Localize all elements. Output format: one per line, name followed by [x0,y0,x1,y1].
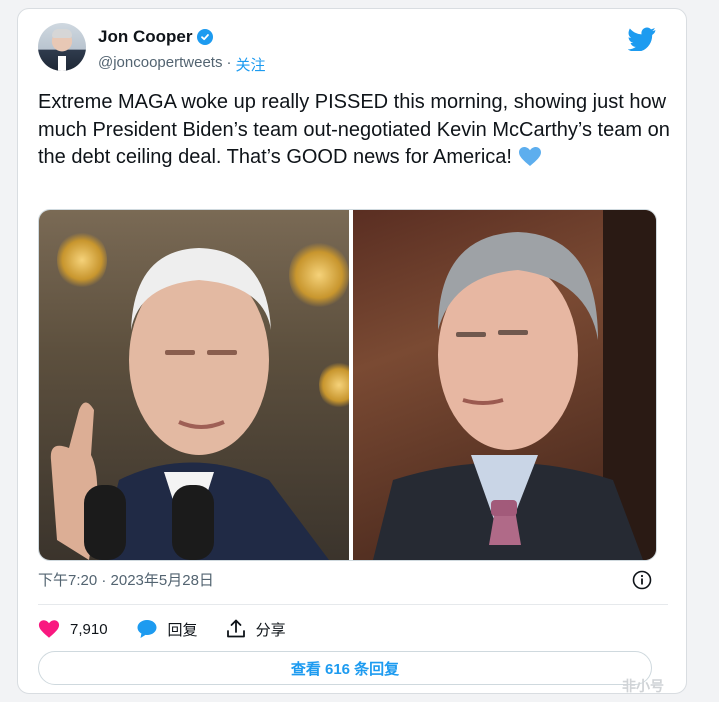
author-name-row: Jon Cooper [98,27,214,47]
heart-icon [38,620,60,638]
tweet-timestamp[interactable]: 下午7:20 · 2023年5月28日 [38,569,214,590]
author-name[interactable]: Jon Cooper [98,27,192,47]
reply-button[interactable]: 回复 [136,619,198,640]
tweet-text-block: Extreme MAGA woke up really PISSED this … [38,89,678,176]
info-icon[interactable] [632,570,652,590]
follow-button[interactable]: 关注 [235,54,265,75]
reply-label: 回复 [167,621,198,639]
photo-biden[interactable] [39,210,349,560]
author-handle-row: @joncoopertweets · 关注 [98,54,265,75]
divider [38,604,668,605]
tweet-media[interactable] [38,209,657,561]
photo-mccarthy[interactable] [353,210,656,560]
like-button[interactable]: 7,910 [38,619,108,639]
twitter-bird-icon[interactable] [628,27,656,51]
avatar-hair [52,29,72,38]
tweet-text: Extreme MAGA woke up really PISSED this … [38,91,670,168]
share-button[interactable]: 分享 [226,619,286,640]
like-count: 7,910 [70,620,108,638]
watermark-text: 非小号 [622,679,664,695]
share-icon [226,619,245,638]
author-handle[interactable]: @joncoopertweets [98,54,222,75]
avatar[interactable] [38,23,86,71]
blue-heart-icon [518,146,542,176]
verified-badge-icon [197,29,214,45]
handle-separator: · [226,54,232,71]
reply-bubble-icon [137,620,157,638]
share-label: 分享 [255,621,286,639]
tweet-header: Jon Cooper @joncoopertweets · 关注 [38,19,668,74]
tweet-actions: 7,910 回复 分享 [38,615,314,643]
mccarthy-figure-icon [373,210,656,560]
view-replies-button[interactable]: 查看 616 条回复 [38,651,652,685]
avatar-shirt [58,56,66,71]
tweet-card: Jon Cooper @joncoopertweets · 关注 Extreme… [17,8,687,694]
